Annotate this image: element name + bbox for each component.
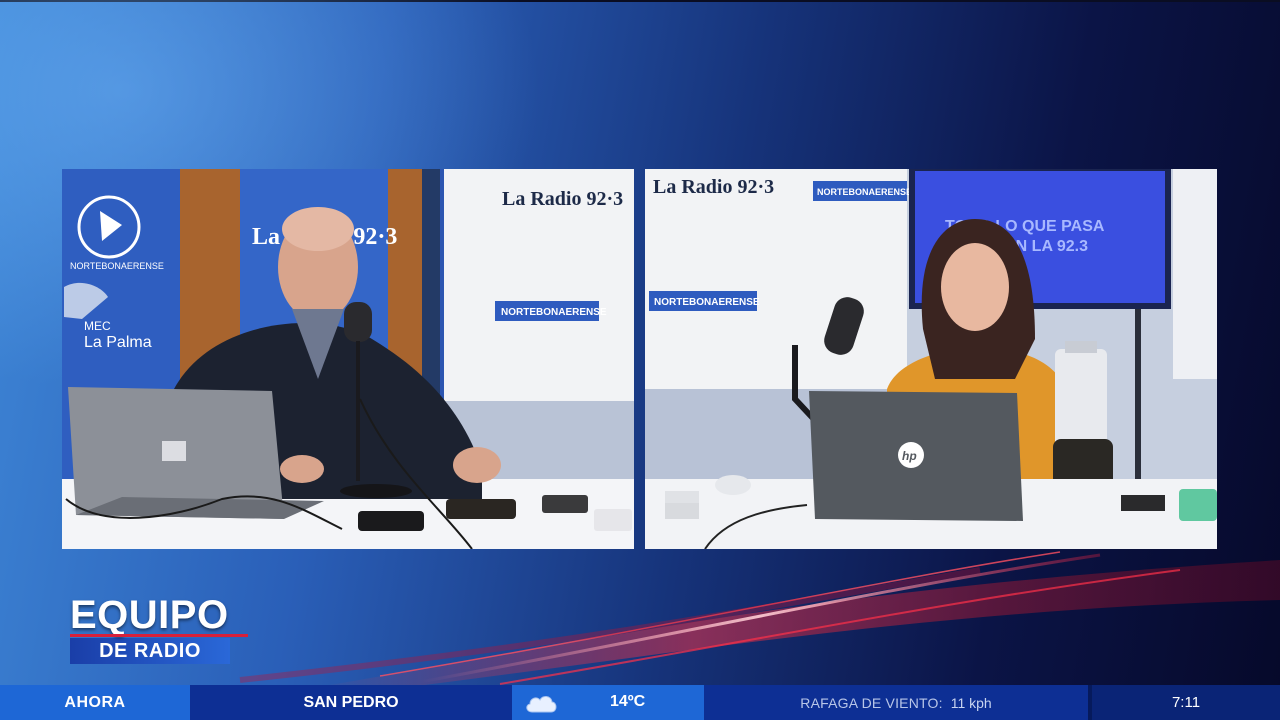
bottom-ticker: AHORA SAN PEDRO 14ºC RAFAGA DE VIENTO: 1… (0, 685, 1280, 720)
program-title-line1: EQUIPO (70, 593, 229, 637)
program-title-line2: DE RADIO (99, 639, 201, 662)
ticker-wind-label: RAFAGA DE VIENTO: (800, 694, 943, 711)
ticker-weather: 14ºC (512, 685, 704, 720)
ticker-clock: 7:11 (1092, 685, 1280, 720)
left-sign-line2: La Palma (84, 334, 152, 351)
laptop-brand-logo: hp (902, 449, 917, 463)
ticker-city: SAN PEDRO (190, 685, 512, 720)
program-title-graphic: EQUIPO DE RADIO (70, 594, 250, 664)
right-banner-sub-top: NORTEBONAERENSE (817, 187, 912, 197)
studio-scene-left: NORTEBONAERENSE MEC La Palma La Radio 92… (62, 169, 634, 549)
video-feed-left: NORTEBONAERENSE MEC La Palma La Radio 92… (62, 169, 634, 549)
ticker-temperature: 14ºC (610, 693, 646, 710)
video-feed-right: La Radio 92·3 NORTEBONAERENSE NORTEBONAE… (645, 169, 1217, 549)
ticker-wind: RAFAGA DE VIENTO: 11 kph (704, 685, 1088, 720)
ticker-wind-value: 11 kph (950, 694, 992, 711)
left-banner-station: La Radio 92·3 (502, 188, 623, 210)
program-title-accent-bar (70, 634, 248, 637)
right-banner-station: La Radio 92·3 (653, 176, 774, 198)
left-logo-caption: NORTEBONAERENSE (70, 261, 164, 271)
studio-scene-right: La Radio 92·3 NORTEBONAERENSE NORTEBONAE… (645, 169, 1217, 549)
right-banner-sub: NORTEBONAERENSE (654, 297, 760, 308)
cloud-icon (526, 696, 557, 713)
program-title-line2-box: DE RADIO (70, 638, 230, 664)
left-banner-sub: NORTEBONAERENSE (501, 307, 607, 318)
ticker-now-label: AHORA (0, 685, 190, 720)
left-sign-line1: MEC (84, 319, 111, 333)
